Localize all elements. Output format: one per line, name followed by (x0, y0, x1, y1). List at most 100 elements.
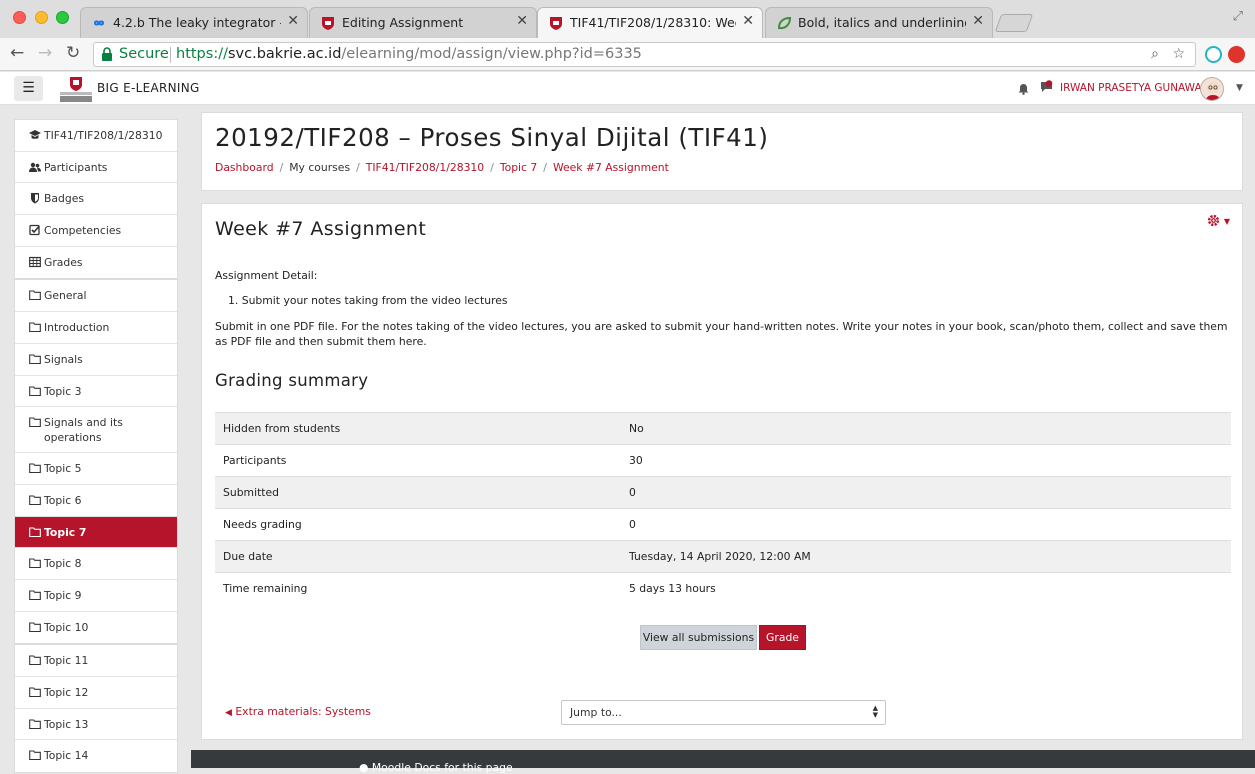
assignment-title: Week #7 Assignment (215, 218, 427, 240)
row-value: 5 days 13 hours (621, 572, 1231, 605)
folder-icon (29, 750, 41, 761)
table-row: Due date Tuesday, 14 April 2020, 12:00 AM (215, 540, 1231, 573)
avatar-face-icon (1205, 82, 1221, 100)
sidebar-item-grades[interactable]: Grades (15, 247, 177, 279)
breadcrumb-assignment[interactable]: Week #7 Assignment (553, 161, 669, 174)
breadcrumb-topic[interactable]: Topic 7 (500, 161, 537, 174)
sidebar-item-general[interactable]: General (15, 280, 177, 313)
sidebar-item-topic-3[interactable]: Topic 3 (15, 376, 177, 408)
breadcrumb-divider: / (356, 161, 360, 174)
row-value: 30 (621, 444, 1231, 477)
messages-icon[interactable] (1040, 80, 1053, 94)
row-key: Participants (215, 444, 621, 477)
breadcrumb-dashboard[interactable]: Dashboard (215, 161, 274, 174)
maximize-window-button[interactable] (56, 11, 69, 24)
breadcrumb-course[interactable]: TIF41/TIF208/1/28310 (366, 161, 484, 174)
bookmark-star-icon[interactable]: ☆ (1172, 46, 1185, 62)
grade-button[interactable]: Grade (759, 625, 806, 650)
previous-activity-link[interactable]: ◀ Extra materials: Systems (225, 705, 371, 718)
avatar[interactable] (1200, 77, 1224, 101)
row-key: Needs grading (215, 508, 621, 541)
breadcrumb-my-courses: My courses (289, 161, 351, 174)
table-icon (29, 256, 41, 267)
sidebar-item-topic-7[interactable]: Topic 7 (15, 516, 177, 549)
menu-toggle-button[interactable]: ☰ (14, 76, 43, 101)
jump-to-select[interactable]: Jump to... ▲ ▼ (561, 700, 886, 725)
moodle-shield-icon (550, 17, 562, 30)
tab-close-icon[interactable]: ✕ (287, 13, 299, 29)
settings-gear-icon[interactable]: ▼ (1207, 214, 1230, 231)
extension-record-icon[interactable] (1228, 46, 1245, 63)
sidebar-item-participants[interactable]: Participants (15, 152, 177, 184)
sidebar-item-topic-8[interactable]: Topic 8 (15, 548, 177, 580)
tab-label: 4.2.b The leaky integrator – E (113, 15, 281, 30)
sidebar-item-label: Topic 11 (44, 654, 89, 668)
infinity-icon (93, 20, 105, 26)
sidebar-item-competencies[interactable]: Competencies (15, 215, 177, 247)
folder-icon (29, 417, 41, 428)
zoom-icon[interactable]: ⌕ (1151, 46, 1159, 62)
sidebar-item-label: TIF41/TIF208/1/28310 (44, 129, 163, 142)
url-text[interactable]: https://svc.bakrie.ac.id/elearning/mod/a… (176, 46, 642, 62)
user-name[interactable]: IRWAN PRASETYA GUNAWAN (1060, 82, 1210, 94)
url-scheme: https:// (176, 46, 228, 62)
site-brand[interactable]: BIG E-LEARNING (97, 81, 200, 95)
moodle-shield-icon (322, 17, 334, 30)
select-arrows-icon: ▲ ▼ (872, 704, 878, 719)
tab-close-icon[interactable]: ✕ (742, 13, 754, 29)
notification-bell-icon[interactable] (1018, 83, 1029, 95)
browser-tab-bold-italics[interactable]: Bold, italics and underlining – ✕ (765, 7, 993, 38)
sidebar-item-label: Signals and its operations (44, 416, 123, 445)
sidebar-item-label: Topic 9 (44, 588, 82, 602)
sidebar-item-badges[interactable]: Badges (15, 183, 177, 216)
sidebar-item-label: Participants (44, 160, 108, 174)
breadcrumb-divider: / (543, 161, 547, 174)
close-window-button[interactable] (13, 11, 26, 24)
sidebar-item-topic-11[interactable]: Topic 11 (15, 645, 177, 677)
sidebar-item-topic-5[interactable]: Topic 5 (15, 453, 177, 485)
browser-tab-editing-assignment[interactable]: Editing Assignment ✕ (309, 7, 537, 38)
new-tab-button[interactable] (994, 14, 1034, 32)
assignment-detail-item: 1. Submit your notes taking from the vid… (228, 293, 508, 308)
check-square-icon (29, 224, 40, 236)
sidebar-item-topic-9[interactable]: Topic 9 (15, 580, 177, 612)
folder-icon (29, 719, 41, 729)
page-title: 20192/TIF208 – Proses Sinyal Dijital (TI… (215, 123, 769, 152)
sidebar-item-label: Topic 14 (44, 749, 89, 763)
sidebar-item-introduction[interactable]: Introduction (15, 312, 177, 344)
folder-icon (29, 527, 41, 537)
reload-icon[interactable]: ↻ (66, 43, 80, 63)
tab-close-icon[interactable]: ✕ (516, 13, 528, 29)
browser-tab-week7-active[interactable]: TIF41/TIF208/1/28310: Week ✕ (537, 7, 763, 38)
tab-close-icon[interactable]: ✕ (972, 13, 984, 29)
bakrie-logo (60, 77, 92, 102)
sidebar-item-signals-operations[interactable]: Signals and its operations (15, 407, 177, 454)
fullscreen-icon[interactable]: ⤢ (1233, 9, 1243, 24)
table-row: Participants 30 (215, 444, 1231, 477)
sidebar-item-topic-14[interactable]: Topic 14 (15, 740, 177, 772)
folder-icon (29, 385, 41, 396)
view-all-submissions-button[interactable]: View all submissions (640, 625, 757, 650)
sidebar-item-label: Grades (44, 255, 83, 269)
user-menu-caret-icon[interactable]: ▼ (1236, 83, 1243, 93)
assignment-detail-label: Assignment Detail: (215, 269, 318, 282)
sidebar-item-signals[interactable]: Signals (15, 344, 177, 376)
previous-activity-label: Extra materials: Systems (235, 705, 371, 718)
folder-icon (29, 558, 41, 569)
folder-icon (29, 322, 41, 333)
back-icon[interactable]: ← (10, 43, 24, 63)
minimize-window-button[interactable] (35, 11, 48, 24)
list-number: 1. (228, 294, 242, 307)
sidebar-item-topic-13[interactable]: Topic 13 (15, 709, 177, 741)
forward-icon[interactable]: → (38, 43, 52, 63)
sidebar-item-topic-12[interactable]: Topic 12 (15, 677, 177, 709)
address-bar[interactable]: Secure https://svc.bakrie.ac.id/elearnin… (93, 42, 1196, 67)
extension-icon[interactable] (1205, 46, 1222, 63)
row-value: No (621, 412, 1231, 445)
folder-icon (29, 354, 41, 364)
sidebar-item-topic-6[interactable]: Topic 6 (15, 485, 177, 517)
browser-tab-leaky-integrator[interactable]: 4.2.b The leaky integrator – E ✕ (80, 7, 308, 38)
sidebar-item-topic-10[interactable]: Topic 10 (15, 612, 177, 644)
sidebar-item-course[interactable]: TIF41/TIF208/1/28310 (15, 120, 177, 152)
sidebar-item-label: Topic 7 (44, 525, 87, 539)
